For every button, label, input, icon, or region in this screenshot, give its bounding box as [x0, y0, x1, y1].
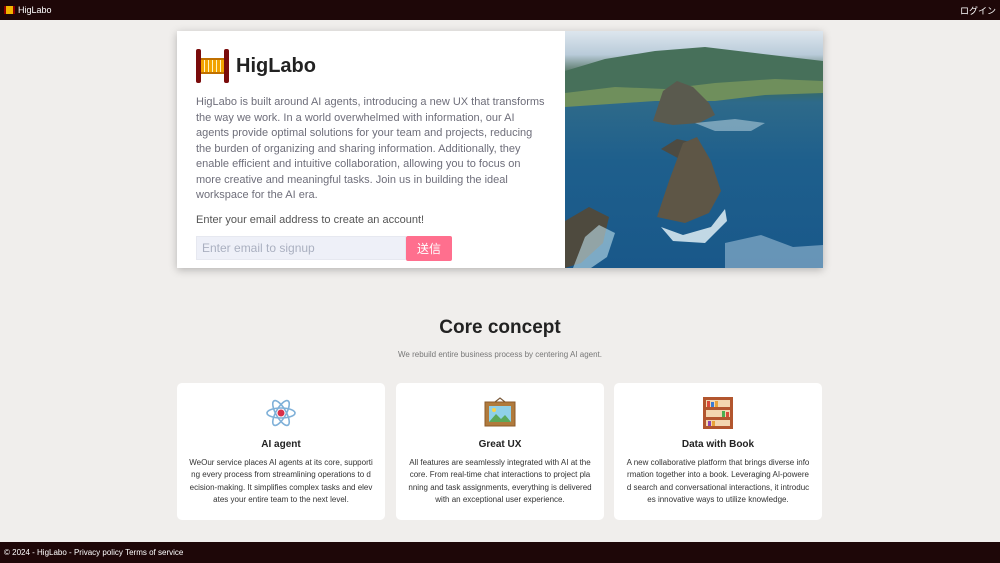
hero-title: HigLabo [236, 54, 316, 77]
section-subtitle: We rebuild entire business process by ce… [398, 350, 602, 359]
signup-prompt: Enter your email address to create an ac… [196, 213, 425, 226]
hero-description: HigLabo is built around AI agents, intro… [196, 96, 545, 201]
atom-icon [189, 395, 373, 431]
higlabo-logo-icon [196, 49, 229, 83]
framed-picture-icon [408, 395, 592, 431]
coastline-photo [565, 31, 823, 268]
feature-card-data-with-book: Data with Book A new collaborative platf… [614, 383, 822, 520]
card-title: Great UX [478, 439, 522, 450]
terms-of-service-link[interactable]: Terms of service [125, 548, 183, 557]
bookshelf-icon [626, 395, 810, 431]
card-title: Data with Book [681, 439, 755, 450]
card-body: WeOur service places AI agents at its co… [189, 458, 373, 505]
hero-content: HigLabo HigLabo is built around AI agent… [177, 31, 565, 268]
email-input[interactable] [196, 235, 406, 260]
top-bar: HigLabo ログイン [0, 0, 1000, 20]
hero-logo-row: HigLabo [196, 49, 547, 83]
brand-name: HigLabo [18, 5, 52, 15]
privacy-policy-link[interactable]: Privacy policy [74, 548, 123, 557]
higlabo-logo-icon [4, 6, 15, 14]
submit-button[interactable]: 送信 [406, 235, 452, 261]
feature-card-great-ux: Great UX All features are seamlessly int… [396, 383, 604, 520]
login-link[interactable]: ログイン [960, 4, 996, 17]
card-title: AI agent [261, 439, 301, 450]
section-title: Core concept [439, 317, 561, 338]
signup-form: 送信 [196, 235, 547, 261]
card-body: All features are seamlessly integrated w… [408, 458, 592, 505]
card-body: A new collaborative platform that brings… [626, 458, 810, 505]
footer: © 2024 - HigLabo - Privacy policy Terms … [0, 542, 1000, 563]
brand-link[interactable]: HigLabo [4, 5, 52, 15]
feature-card-ai-agent: AI agent WeOur service places AI agents … [177, 383, 385, 520]
hero-card: HigLabo HigLabo is built around AI agent… [177, 31, 823, 268]
copyright-text: © 2024 - HigLabo - [4, 548, 72, 557]
